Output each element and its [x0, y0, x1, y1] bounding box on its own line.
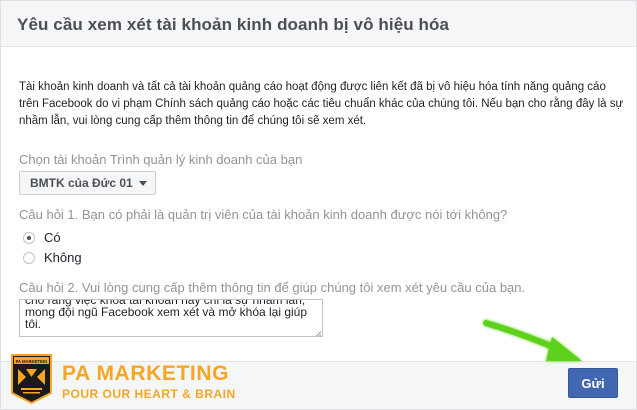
radio-option-yes[interactable]: Có — [23, 230, 61, 245]
chevron-down-icon — [138, 180, 147, 186]
account-select-dropdown[interactable]: BMTK của Đức 01 — [19, 171, 156, 195]
radio-checked-icon[interactable] — [23, 231, 35, 244]
submit-button[interactable]: Gửi — [568, 368, 618, 398]
green-arrow-icon — [483, 320, 582, 361]
question2-label: Câu hỏi 2. Vui lòng cung cấp thêm thông … — [19, 280, 526, 295]
account-select-value: BMTK của Đức 01 — [30, 176, 133, 190]
dialog-title: Yêu cầu xem xét tài khoản kinh doanh bị … — [17, 15, 450, 34]
radio-unchecked-icon[interactable] — [23, 251, 35, 264]
brand-slogan: POUR OUR HEART & BRAIN — [62, 387, 236, 401]
question1-label: Câu hỏi 1. Bạn có phải là quản trị viên … — [19, 207, 508, 222]
radio-option-yes-label: Có — [44, 230, 61, 245]
dialog-header: Yêu cầu xem xét tài khoản kinh doanh bị … — [1, 1, 636, 47]
logo-text: PA MARKETING — [16, 359, 48, 364]
radio-option-no[interactable]: Không — [23, 250, 82, 265]
brand-name: PA MARKETING — [62, 362, 230, 385]
logo-icon: PA MARKETING — [11, 354, 52, 405]
radio-option-no-label: Không — [44, 250, 82, 265]
textarea-content: cho rằng việc khóa tài khoản này chỉ là … — [25, 299, 308, 331]
resize-grip-icon[interactable] — [313, 327, 321, 335]
pa-marketing-logo: PA MARKETING — [10, 353, 53, 405]
intro-text: Tài khoản kinh doanh và tất cả tài khoản… — [19, 81, 624, 127]
account-select-label: Chọn tài khoản Trình quản lý kinh doanh … — [19, 152, 303, 167]
additional-info-textarea[interactable]: cho rằng việc khóa tài khoản này chỉ là … — [19, 299, 323, 337]
